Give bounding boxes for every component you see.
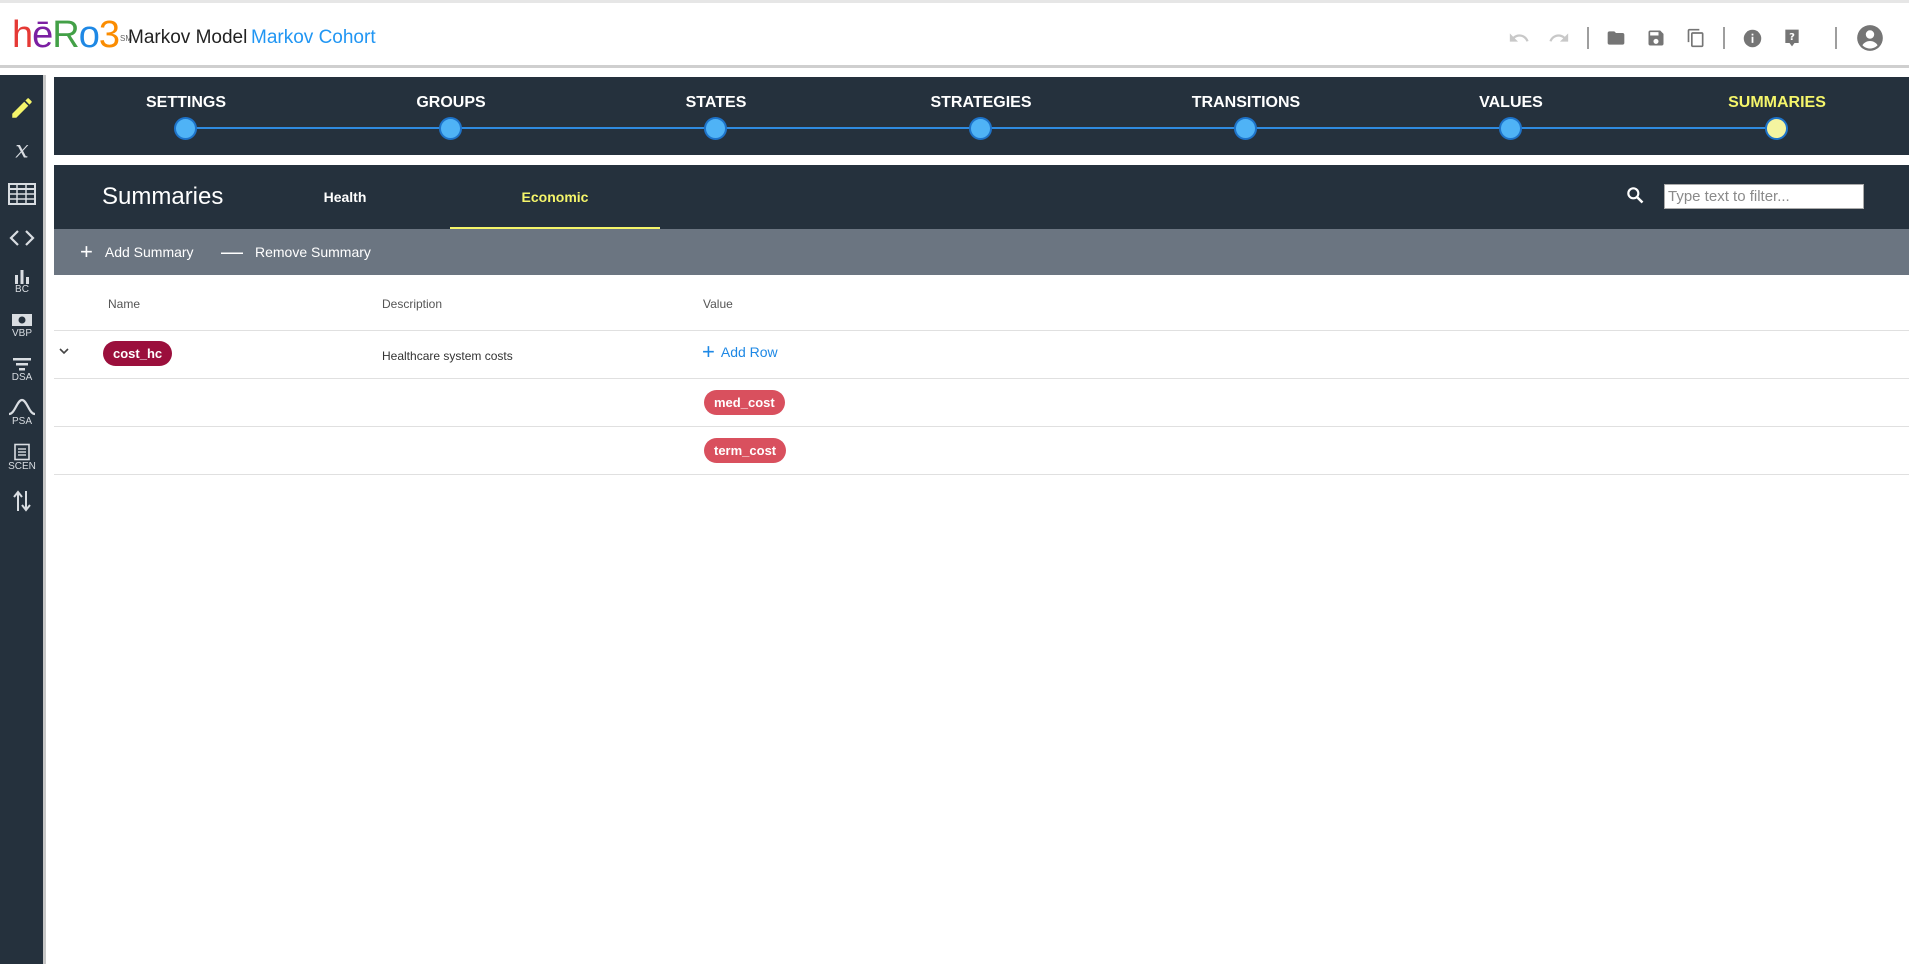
table-row[interactable]: term_cost — [54, 427, 1909, 475]
value-chip-term-cost[interactable]: term_cost — [704, 438, 787, 463]
left-sidebar: x BC VBP DSA PSA SCEN — [0, 75, 46, 964]
step-states[interactable]: STATES — [626, 77, 806, 155]
table-row[interactable]: med_cost — [54, 379, 1909, 427]
step-summaries[interactable]: SUMMARIES — [1687, 77, 1867, 155]
toolbar-divider — [1587, 27, 1589, 49]
step-label: GROUPS — [416, 94, 486, 111]
sidebar-item-label: PSA — [11, 416, 32, 427]
sidebar-item-edit[interactable] — [3, 95, 41, 122]
step-dot — [439, 117, 462, 140]
step-dot — [1234, 117, 1257, 140]
add-summary-label: Add Summary — [104, 244, 194, 260]
search-icon — [1625, 185, 1645, 210]
step-values[interactable]: VALUES — [1421, 77, 1601, 155]
step-strategies[interactable]: STRATEGIES — [891, 77, 1071, 155]
page-title: Summaries — [102, 183, 224, 210]
column-header-name: Name — [108, 297, 141, 311]
sidebar-item-label: VBP — [11, 328, 32, 339]
sidebar-item-table[interactable] — [3, 182, 41, 207]
step-label: TRANSITIONS — [1191, 94, 1301, 111]
formula-x-icon: x — [15, 137, 29, 163]
filter-icon — [13, 358, 31, 371]
copy-icon[interactable] — [1683, 25, 1709, 51]
add-row-label: Add Row — [720, 344, 778, 360]
app-header: hēRo3SM Markov Model Markov Cohort ? — [0, 0, 1909, 68]
summary-description[interactable]: Healthcare system costs — [382, 349, 513, 363]
logo-letter-3: 3 — [98, 14, 120, 56]
value-chip-med-cost[interactable]: med_cost — [704, 390, 785, 415]
undo-icon[interactable] — [1506, 25, 1532, 51]
sidebar-item-psa[interactable]: PSA — [3, 398, 41, 427]
step-transitions[interactable]: TRANSITIONS — [1156, 77, 1336, 155]
bar-chart-icon — [15, 270, 29, 284]
step-label: SETTINGS — [145, 94, 226, 111]
step-settings[interactable]: SETTINGS — [96, 77, 276, 155]
sidebar-item-sort[interactable] — [3, 489, 41, 514]
sidebar-item-label: BC — [15, 284, 29, 295]
logo-letter-r: R — [52, 14, 79, 56]
model-type-label: Markov Model — [128, 27, 248, 48]
step-dot — [1765, 117, 1788, 140]
table-icon — [8, 183, 36, 205]
step-dot — [174, 117, 197, 140]
logo-letter-h: h — [12, 14, 33, 56]
step-dot — [969, 117, 992, 140]
summary-toolbar: + Add Summary — Remove Summary — [54, 229, 1909, 275]
help-icon[interactable]: ? — [1779, 25, 1805, 51]
sidebar-item-code[interactable] — [3, 227, 41, 250]
sidebar-item-scen[interactable]: SCEN — [3, 443, 41, 472]
minus-icon: — — [221, 239, 243, 264]
bell-curve-icon — [8, 398, 36, 416]
step-label: STRATEGIES — [930, 94, 1032, 111]
account-icon[interactable] — [1856, 24, 1884, 52]
tab-economic[interactable]: Economic — [450, 165, 660, 229]
column-header-description: Description — [382, 297, 443, 311]
sidebar-item-dsa[interactable]: DSA — [3, 356, 41, 383]
sidebar-item-label: DSA — [11, 372, 33, 383]
pencil-icon — [12, 98, 32, 118]
sidebar-item-bc[interactable]: BC — [3, 268, 41, 295]
save-icon[interactable] — [1643, 25, 1669, 51]
model-name-link[interactable]: Markov Cohort — [251, 27, 376, 49]
step-label: SUMMARIES — [1728, 94, 1826, 111]
tab-health[interactable]: Health — [240, 165, 450, 229]
step-groups[interactable]: GROUPS — [361, 77, 541, 155]
code-icon — [9, 230, 35, 246]
sidebar-item-vbp[interactable]: VBP — [3, 312, 41, 339]
sidebar-item-label: SCEN — [8, 461, 36, 472]
svg-text:x: x — [15, 137, 29, 163]
logo-letter-o: o — [78, 14, 100, 56]
svg-text:?: ? — [1789, 32, 1795, 43]
toolbar-divider — [1835, 27, 1837, 49]
add-summary-button[interactable]: + Add Summary — [80, 229, 194, 275]
workflow-stepper: SETTINGS GROUPS STATES STRATEGIES TRANSI… — [54, 77, 1909, 155]
list-icon — [14, 443, 30, 461]
info-icon[interactable] — [1739, 25, 1765, 51]
summaries-header: Summaries Health Economic — [54, 165, 1909, 229]
step-label: STATES — [685, 94, 747, 111]
filter-input[interactable] — [1664, 184, 1864, 209]
step-dot — [704, 117, 727, 140]
summary-name-chip[interactable]: cost_hc — [103, 341, 173, 366]
step-label: VALUES — [1479, 94, 1543, 111]
folder-icon[interactable] — [1603, 25, 1629, 51]
add-row-button[interactable]: + Add Row — [702, 339, 778, 364]
chevron-down-icon[interactable] — [58, 345, 70, 360]
table-row[interactable]: cost_hc Healthcare system costs + Add Ro… — [54, 331, 1909, 379]
sidebar-item-formula[interactable]: x — [3, 137, 41, 164]
step-dot — [1499, 117, 1522, 140]
logo-letter-e: ē — [32, 14, 53, 56]
column-header-value: Value — [703, 297, 733, 311]
hero3-logo[interactable]: hēRo3SM — [12, 15, 132, 59]
plus-icon: + — [80, 239, 93, 264]
remove-summary-label: Remove Summary — [255, 244, 371, 260]
toolbar-divider — [1723, 27, 1725, 49]
money-icon — [12, 314, 32, 326]
remove-summary-button[interactable]: — Remove Summary — [221, 229, 371, 275]
sort-arrows-icon — [13, 490, 31, 512]
redo-icon[interactable] — [1546, 25, 1572, 51]
table-header-row: Name Description Value — [54, 285, 1909, 331]
plus-icon: + — [702, 339, 715, 364]
